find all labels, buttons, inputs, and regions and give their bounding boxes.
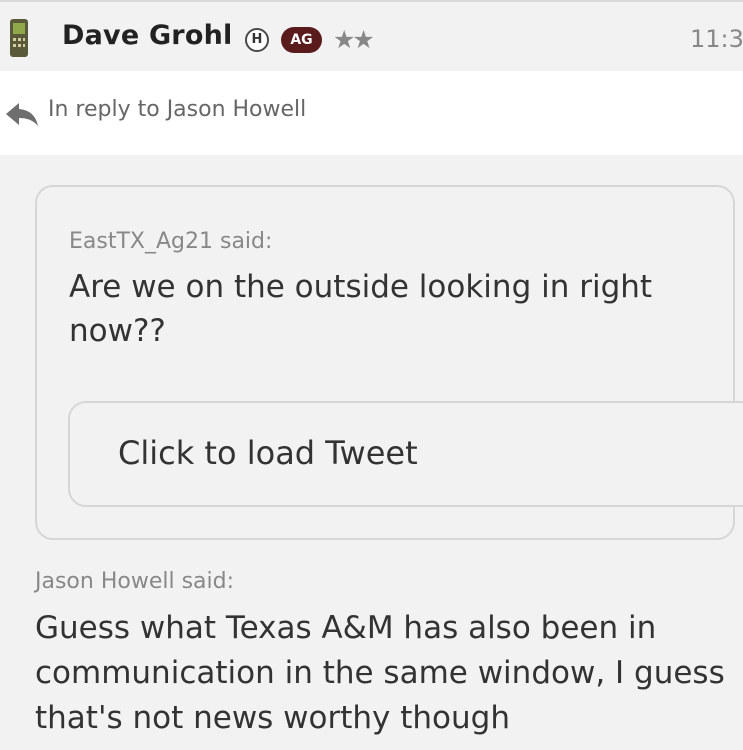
- username-link[interactable]: Dave Grohl: [62, 20, 232, 51]
- ag-badge: AG: [281, 27, 322, 53]
- reply-context: In reply to Jason Howell: [0, 71, 743, 155]
- h-badge: H: [245, 28, 269, 52]
- quote-text: Are we on the outside looking in right n…: [69, 269, 653, 349]
- load-tweet-label[interactable]: Click to load Tweet: [118, 434, 418, 472]
- star-rating: ★★: [333, 25, 375, 54]
- post-timestamp[interactable]: 11:37: [690, 25, 743, 53]
- reply-arrow-icon: [6, 103, 38, 126]
- post-text: Guess what Texas A&M has also been in co…: [35, 610, 725, 736]
- post-header: Dave Grohl H AG ★★ 11:37: [0, 0, 743, 73]
- mobile-phone-icon: [10, 19, 28, 57]
- in-reply-to-link[interactable]: In reply to Jason Howell: [48, 97, 306, 122]
- quote-attribution[interactable]: EastTX_Ag21 said:: [69, 229, 272, 254]
- post-attribution[interactable]: Jason Howell said:: [35, 569, 234, 594]
